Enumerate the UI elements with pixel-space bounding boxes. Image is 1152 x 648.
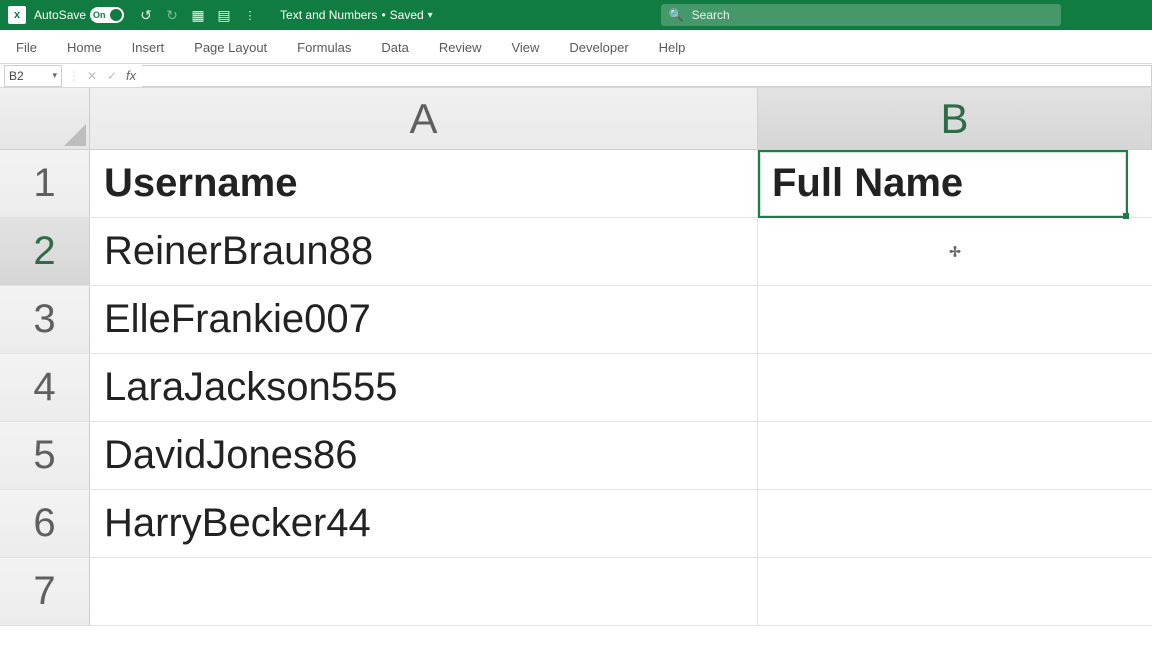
chevron-down-icon: ▾: [428, 10, 433, 21]
cell-A2[interactable]: ReinerBraun88: [90, 218, 758, 285]
autosave-toggle[interactable]: On: [90, 7, 124, 23]
cell-A3[interactable]: ElleFrankie007: [90, 286, 758, 353]
search-placeholder: Search: [692, 8, 730, 22]
tab-help[interactable]: Help: [649, 34, 696, 63]
autosave-label: AutoSave: [34, 8, 86, 22]
name-box-value: B2: [9, 69, 24, 83]
column-header-A[interactable]: A: [90, 88, 758, 149]
document-title-group[interactable]: Text and Numbers • Saved ▾: [280, 8, 433, 22]
cancel-icon[interactable]: ✕: [84, 69, 100, 83]
cell-cursor-icon: ✢: [949, 243, 961, 260]
qat-tool-icon-2[interactable]: ▤: [216, 7, 232, 23]
tab-home[interactable]: Home: [57, 34, 112, 63]
table-row: 5 DavidJones86: [0, 422, 1152, 490]
select-all-corner[interactable]: [0, 88, 90, 149]
cell-A5[interactable]: DavidJones86: [90, 422, 758, 489]
qat-overflow-icon[interactable]: ⋮: [242, 7, 258, 23]
ribbon-tabs: File Home Insert Page Layout Formulas Da…: [0, 30, 1152, 64]
tab-view[interactable]: View: [501, 34, 549, 63]
row-header-4[interactable]: 4: [0, 354, 90, 421]
search-input[interactable]: 🔍 Search: [661, 4, 1061, 26]
formula-bar: B2 ▾ ⋮ ✕ ✓ fx: [0, 64, 1152, 88]
title-separator: •: [381, 8, 385, 22]
search-icon: 🔍: [669, 8, 684, 22]
tab-developer[interactable]: Developer: [559, 34, 638, 63]
cell-B2[interactable]: ✢: [758, 218, 1152, 285]
excel-app-icon: x: [8, 6, 26, 24]
table-row: 7: [0, 558, 1152, 626]
table-row: 4 LaraJackson555: [0, 354, 1152, 422]
formula-input[interactable]: [142, 65, 1152, 87]
name-box[interactable]: B2 ▾: [4, 65, 62, 87]
row-header-2[interactable]: 2: [0, 218, 90, 285]
enter-icon[interactable]: ✓: [104, 69, 120, 83]
tab-file[interactable]: File: [6, 34, 47, 63]
save-status: Saved: [390, 8, 424, 22]
cell-A1[interactable]: Username: [90, 150, 758, 217]
row-header-5[interactable]: 5: [0, 422, 90, 489]
cell-B7[interactable]: [758, 558, 1152, 625]
spreadsheet-grid: A B 1 Username Full Name 2 ReinerBraun88…: [0, 88, 1152, 626]
cell-B4[interactable]: [758, 354, 1152, 421]
cell-A6[interactable]: HarryBecker44: [90, 490, 758, 557]
cell-B6[interactable]: [758, 490, 1152, 557]
tab-page-layout[interactable]: Page Layout: [184, 34, 277, 63]
tab-formulas[interactable]: Formulas: [287, 34, 361, 63]
row-header-6[interactable]: 6: [0, 490, 90, 557]
redo-icon[interactable]: ↻: [164, 7, 180, 23]
table-row: 2 ReinerBraun88 ✢: [0, 218, 1152, 286]
tab-review[interactable]: Review: [429, 34, 492, 63]
tab-data[interactable]: Data: [371, 34, 418, 63]
cell-B3[interactable]: [758, 286, 1152, 353]
table-row: 1 Username Full Name: [0, 150, 1152, 218]
table-row: 3 ElleFrankie007: [0, 286, 1152, 354]
column-headers: A B: [0, 88, 1152, 150]
quick-access-toolbar: ↺ ↻ ▦ ▤ ⋮: [138, 7, 258, 23]
tab-insert[interactable]: Insert: [122, 34, 175, 63]
cell-B5[interactable]: [758, 422, 1152, 489]
row-header-3[interactable]: 3: [0, 286, 90, 353]
document-title: Text and Numbers: [280, 8, 377, 22]
cell-A7[interactable]: [90, 558, 758, 625]
autosave-toggle-state: On: [93, 10, 106, 20]
cell-A4[interactable]: LaraJackson555: [90, 354, 758, 421]
undo-icon[interactable]: ↺: [138, 7, 154, 23]
formula-bar-buttons: ⋮ ✕ ✓ fx: [68, 68, 136, 83]
row-header-7[interactable]: 7: [0, 558, 90, 625]
qat-tool-icon[interactable]: ▦: [190, 7, 206, 23]
chevron-down-icon: ▾: [52, 70, 57, 81]
row-header-1[interactable]: 1: [0, 150, 90, 217]
table-row: 6 HarryBecker44: [0, 490, 1152, 558]
fx-label[interactable]: fx: [126, 68, 136, 83]
cell-B1[interactable]: Full Name: [758, 150, 1152, 217]
column-header-B[interactable]: B: [758, 88, 1152, 149]
autosave-group: AutoSave On: [34, 7, 124, 23]
titlebar: x AutoSave On ↺ ↻ ▦ ▤ ⋮ Text and Numbers…: [0, 0, 1152, 30]
